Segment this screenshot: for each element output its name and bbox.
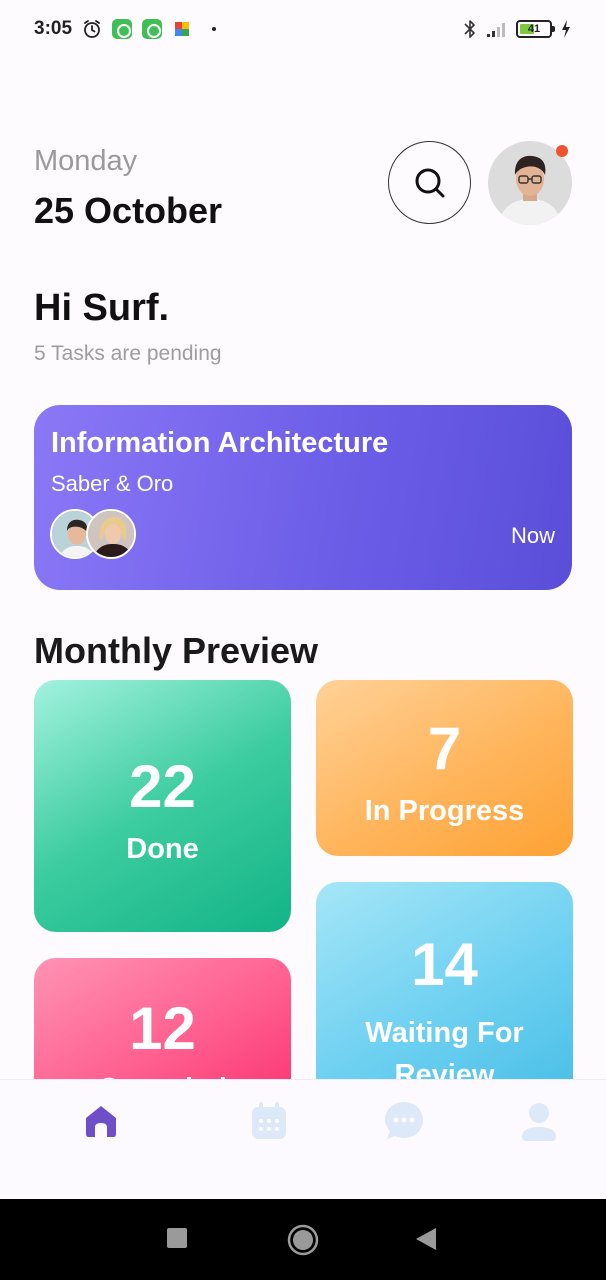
battery-level: 41 — [527, 23, 541, 35]
bluetooth-icon — [464, 20, 475, 38]
charging-icon — [562, 20, 570, 38]
profile-icon — [522, 1103, 556, 1141]
stat-card-done[interactable]: 22 Done — [34, 680, 291, 932]
nav-calendar[interactable] — [244, 1096, 294, 1146]
home-button-icon[interactable] — [287, 1224, 319, 1256]
date-label: 25 October — [34, 190, 223, 231]
search-button[interactable] — [388, 141, 471, 224]
user-avatar[interactable] — [488, 141, 572, 225]
stat-card-in-progress[interactable]: 7 In Progress — [316, 680, 573, 856]
nav-profile[interactable] — [514, 1096, 564, 1146]
recent-apps-icon[interactable] — [166, 1227, 188, 1249]
current-task-card[interactable]: Information Architecture Saber & Oro Now — [34, 405, 572, 590]
nav-home[interactable] — [76, 1096, 126, 1146]
status-icons-right: 41 — [462, 19, 572, 39]
notification-badge — [556, 145, 568, 157]
signal-icon — [487, 23, 505, 37]
more-notifications-dot — [212, 27, 217, 31]
chat-icon — [385, 1102, 423, 1139]
task-members: Saber & Oro — [51, 471, 174, 496]
status-bar: 3:05 41 — [0, 0, 606, 58]
day-label: Monday — [34, 145, 138, 177]
bottom-navigation — [0, 1079, 606, 1199]
pending-tasks-text: 5 Tasks are pending — [34, 342, 222, 365]
search-icon — [415, 168, 444, 197]
task-member-avatars — [50, 509, 140, 561]
greeting-title: Hi Surf. — [34, 287, 170, 329]
stat-value: 7 — [427, 715, 462, 782]
monthly-preview-title: Monthly Preview — [34, 630, 319, 671]
stat-label: Done — [126, 833, 199, 865]
stat-card-waiting-review[interactable]: 14 Waiting For Review — [316, 882, 573, 1112]
nav-messages[interactable] — [379, 1096, 429, 1146]
stat-label: In Progress — [364, 795, 525, 827]
system-navigation-bar — [0, 1199, 606, 1280]
app-notification-icon — [112, 19, 133, 39]
stat-value: 14 — [411, 931, 478, 998]
member-avatar — [86, 509, 136, 559]
stat-value: 12 — [129, 995, 196, 1062]
puzzle-app-icon — [175, 22, 190, 36]
home-icon — [86, 1106, 116, 1137]
battery-icon: 41 — [516, 20, 555, 38]
alarm-icon — [84, 20, 100, 38]
task-title: Information Architecture — [51, 427, 389, 459]
status-time: 3:05 — [34, 18, 73, 39]
stat-value: 22 — [129, 753, 196, 820]
task-time: Now — [510, 523, 555, 548]
calendar-icon — [252, 1102, 286, 1139]
back-icon[interactable] — [415, 1227, 437, 1251]
app-notification-icon — [142, 19, 163, 39]
status-icons-left — [82, 19, 217, 39]
